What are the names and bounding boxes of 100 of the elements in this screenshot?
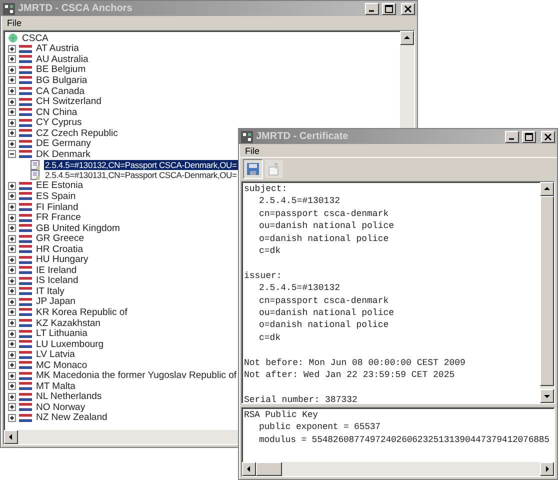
tree-item[interactable]: GB United Kingdom (35, 222, 121, 234)
tree-item[interactable]: 2.5.4.5=#130131,CN=Passport CSCA-Denmark,OU= (44, 170, 238, 180)
flag-icon (19, 403, 32, 412)
horizontal-scrollbar[interactable] (242, 462, 554, 476)
detail-line: Not before: Mon Jun 08 00:00:00 CEST 2009 (244, 356, 466, 370)
expand-icon[interactable] (8, 382, 16, 390)
expand-icon[interactable] (8, 44, 16, 53)
tree-item[interactable]: MK Macedonia the former Yugoslav Republic of (35, 370, 238, 382)
tree-item[interactable]: BG Bulgaria (35, 74, 88, 86)
menu-item[interactable]: File (243, 146, 262, 156)
expand-icon[interactable] (8, 403, 16, 412)
scroll-down-button[interactable] (540, 389, 554, 403)
app-icon (241, 130, 253, 142)
expand-icon[interactable] (8, 298, 16, 306)
tree-item[interactable]: GR Greece (35, 233, 86, 244)
expand-icon[interactable] (8, 118, 16, 127)
flag-icon (19, 140, 32, 148)
tree-item[interactable]: MT Malta (35, 380, 76, 392)
tree-item[interactable]: LU Luxembourg (35, 338, 105, 350)
app-icon (3, 2, 15, 14)
scroll-left-button[interactable] (4, 430, 18, 444)
expand-icon[interactable] (8, 414, 16, 422)
expand-icon[interactable] (8, 182, 16, 190)
section-heading: RSA Public Key (244, 409, 319, 422)
tree-item[interactable]: LV Latvia (35, 349, 76, 360)
close-button[interactable] (541, 130, 555, 142)
scroll-right-button[interactable] (540, 462, 554, 476)
scroll-up-button[interactable] (400, 31, 414, 45)
expand-icon[interactable] (8, 192, 16, 200)
tree-item[interactable]: IE Ireland (35, 264, 78, 276)
scroll-left-button[interactable] (242, 462, 256, 476)
save-button[interactable] (243, 159, 263, 179)
expand-icon[interactable] (8, 76, 16, 84)
tree-item[interactable]: MC Monaco (35, 360, 88, 371)
expand-icon[interactable] (8, 340, 16, 348)
tree-item[interactable]: NZ New Zealand (35, 412, 108, 424)
tree-item[interactable]: IS Iceland (35, 275, 80, 286)
export-icon (267, 162, 281, 176)
expand-icon[interactable] (8, 108, 16, 116)
tree-item[interactable]: 2.5.4.5=#130132,CN=Passport CSCA-Denmark,OU= (44, 160, 238, 170)
expand-icon[interactable] (8, 245, 16, 254)
expand-icon[interactable] (8, 87, 16, 95)
flag-icon (19, 330, 32, 338)
tree-item[interactable]: CZ Czech Republic (35, 128, 119, 139)
expand-icon[interactable] (8, 224, 16, 232)
expand-icon[interactable] (8, 214, 16, 222)
window-title: JMRTD - CSCA Anchors (18, 3, 134, 14)
expand-icon[interactable] (8, 234, 16, 243)
expand-icon[interactable] (8, 287, 16, 296)
tree-item[interactable]: KR Korea Republic of (35, 307, 128, 318)
tree-item[interactable]: CH Switzerland (35, 96, 102, 108)
close-button[interactable] (401, 2, 415, 14)
expand-icon[interactable] (8, 266, 16, 274)
tree-item[interactable]: IT Italy (35, 286, 66, 297)
expand-icon[interactable] (8, 372, 16, 380)
tree-item[interactable]: KZ Kazakhstan (35, 318, 102, 329)
tree-item[interactable]: FR France (35, 212, 82, 224)
maximize-button[interactable] (382, 2, 396, 14)
maximize-button[interactable] (522, 130, 536, 142)
tree-item[interactable]: CY Cyprus (35, 117, 83, 128)
minimize-button[interactable] (505, 130, 519, 142)
scroll-thumb[interactable] (256, 462, 282, 476)
tree-item[interactable]: HU Hungary (35, 254, 90, 266)
tree-item[interactable]: AU Australia (35, 54, 90, 65)
expand-icon[interactable] (8, 392, 16, 401)
expand-icon[interactable] (8, 129, 16, 138)
expand-icon[interactable] (8, 203, 16, 212)
tree-item[interactable]: CA Canada (35, 86, 86, 97)
expand-icon[interactable] (8, 55, 16, 64)
expand-icon[interactable] (8, 98, 16, 106)
detail-line: Serial number: 387332 (244, 394, 358, 403)
tree-item[interactable]: CN China (35, 106, 78, 118)
expand-icon[interactable] (8, 308, 16, 316)
tree-item[interactable]: LT Lithuania (35, 328, 88, 340)
tree-item[interactable]: AT Austria (35, 43, 80, 54)
tree-item[interactable]: JP Japan (35, 296, 76, 308)
tree-item[interactable]: NO Norway (35, 402, 86, 413)
expand-icon[interactable] (8, 66, 16, 74)
scroll-up-button[interactable] (540, 182, 554, 196)
globe-icon (8, 33, 18, 44)
minimize-button[interactable] (365, 2, 379, 14)
expand-icon[interactable] (8, 319, 16, 328)
menu-item[interactable]: File (5, 18, 24, 28)
expand-icon[interactable] (8, 140, 16, 148)
tree-root[interactable]: CSCA (21, 32, 50, 44)
collapse-icon[interactable] (8, 150, 16, 158)
expand-icon[interactable] (8, 350, 16, 359)
tree-item[interactable]: HR Croatia (35, 244, 84, 255)
expand-icon[interactable] (8, 361, 16, 370)
tree-item[interactable]: BE Belgium (35, 64, 87, 76)
expand-icon[interactable] (8, 256, 16, 264)
tree-item[interactable]: FI Finland (35, 202, 80, 213)
tree-item[interactable]: EE Estonia (35, 180, 84, 192)
tree-item[interactable]: DK Denmark (35, 148, 92, 160)
expand-icon[interactable] (8, 330, 16, 338)
flag-icon (19, 298, 32, 306)
expand-icon[interactable] (8, 276, 16, 285)
tree-item[interactable]: ES Spain (35, 190, 77, 202)
tree-item[interactable]: NL Netherlands (35, 391, 103, 402)
tree-item[interactable]: DE Germany (35, 138, 92, 150)
